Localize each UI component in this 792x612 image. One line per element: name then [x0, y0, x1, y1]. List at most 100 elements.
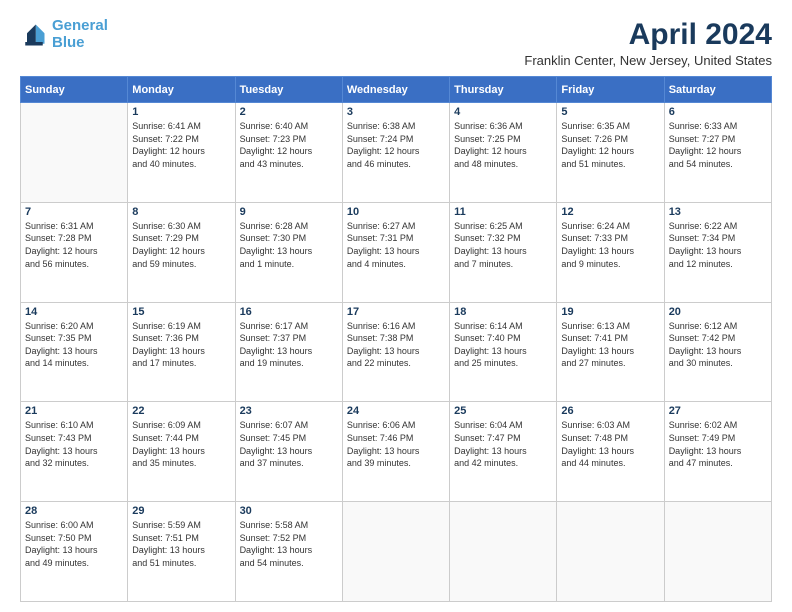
table-row: 12 Sunrise: 6:24 AM Sunset: 7:33 PM Dayli… — [557, 202, 664, 302]
day-number: 8 — [132, 206, 230, 218]
table-row: 13 Sunrise: 6:22 AM Sunset: 7:34 PM Dayli… — [664, 202, 771, 302]
day-info: Sunrise: 5:58 AM Sunset: 7:52 PM Dayligh… — [240, 519, 338, 569]
day-info: Sunrise: 6:41 AM Sunset: 7:22 PM Dayligh… — [132, 120, 230, 170]
table-row — [21, 103, 128, 203]
subtitle: Franklin Center, New Jersey, United Stat… — [524, 53, 772, 68]
day-number: 7 — [25, 206, 123, 218]
table-row: 30 Sunrise: 5:58 AM Sunset: 7:52 PM Dayli… — [235, 502, 342, 602]
table-row: 5 Sunrise: 6:35 AM Sunset: 7:26 PM Daylig… — [557, 103, 664, 203]
day-number: 6 — [669, 106, 767, 118]
table-row: 8 Sunrise: 6:30 AM Sunset: 7:29 PM Daylig… — [128, 202, 235, 302]
day-info: Sunrise: 6:19 AM Sunset: 7:36 PM Dayligh… — [132, 320, 230, 370]
day-info: Sunrise: 6:24 AM Sunset: 7:33 PM Dayligh… — [561, 220, 659, 270]
day-number: 10 — [347, 206, 445, 218]
day-info: Sunrise: 6:03 AM Sunset: 7:48 PM Dayligh… — [561, 419, 659, 469]
day-number: 21 — [25, 405, 123, 417]
table-row: 26 Sunrise: 6:03 AM Sunset: 7:48 PM Dayli… — [557, 402, 664, 502]
table-row: 10 Sunrise: 6:27 AM Sunset: 7:31 PM Dayli… — [342, 202, 449, 302]
day-info: Sunrise: 5:59 AM Sunset: 7:51 PM Dayligh… — [132, 519, 230, 569]
table-row: 20 Sunrise: 6:12 AM Sunset: 7:42 PM Dayli… — [664, 302, 771, 402]
day-number: 20 — [669, 306, 767, 318]
col-sunday: Sunday — [21, 77, 128, 103]
table-row: 28 Sunrise: 6:00 AM Sunset: 7:50 PM Dayli… — [21, 502, 128, 602]
logo-text: General Blue — [52, 18, 108, 51]
col-thursday: Thursday — [450, 77, 557, 103]
table-row: 1 Sunrise: 6:41 AM Sunset: 7:22 PM Daylig… — [128, 103, 235, 203]
day-number: 18 — [454, 306, 552, 318]
day-number: 25 — [454, 405, 552, 417]
col-tuesday: Tuesday — [235, 77, 342, 103]
calendar-header-row: Sunday Monday Tuesday Wednesday Thursday… — [21, 77, 772, 103]
day-info: Sunrise: 6:13 AM Sunset: 7:41 PM Dayligh… — [561, 320, 659, 370]
calendar-week-row: 7 Sunrise: 6:31 AM Sunset: 7:28 PM Daylig… — [21, 202, 772, 302]
day-number: 13 — [669, 206, 767, 218]
table-row — [450, 502, 557, 602]
logo-icon — [20, 21, 48, 49]
table-row: 23 Sunrise: 6:07 AM Sunset: 7:45 PM Dayli… — [235, 402, 342, 502]
day-info: Sunrise: 6:30 AM Sunset: 7:29 PM Dayligh… — [132, 220, 230, 270]
col-monday: Monday — [128, 77, 235, 103]
table-row: 21 Sunrise: 6:10 AM Sunset: 7:43 PM Dayli… — [21, 402, 128, 502]
calendar-week-row: 21 Sunrise: 6:10 AM Sunset: 7:43 PM Dayli… — [21, 402, 772, 502]
table-row: 11 Sunrise: 6:25 AM Sunset: 7:32 PM Dayli… — [450, 202, 557, 302]
day-number: 19 — [561, 306, 659, 318]
day-info: Sunrise: 6:02 AM Sunset: 7:49 PM Dayligh… — [669, 419, 767, 469]
day-number: 23 — [240, 405, 338, 417]
table-row: 17Sunrise: 6:16 AM Sunset: 7:38 PM Dayli… — [342, 302, 449, 402]
logo: General Blue — [20, 18, 108, 51]
calendar-week-row: 14 Sunrise: 6:20 AM Sunset: 7:35 PM Dayli… — [21, 302, 772, 402]
day-number: 26 — [561, 405, 659, 417]
day-number: 4 — [454, 106, 552, 118]
table-row: 16 Sunrise: 6:17 AM Sunset: 7:37 PM Dayli… — [235, 302, 342, 402]
day-info: Sunrise: 6:36 AM Sunset: 7:25 PM Dayligh… — [454, 120, 552, 170]
day-number: 9 — [240, 206, 338, 218]
day-number: 11 — [454, 206, 552, 218]
day-number: 5 — [561, 106, 659, 118]
day-info: Sunrise: 6:10 AM Sunset: 7:43 PM Dayligh… — [25, 419, 123, 469]
day-number: 16 — [240, 306, 338, 318]
table-row: 25 Sunrise: 6:04 AM Sunset: 7:47 PM Dayli… — [450, 402, 557, 502]
day-info: Sunrise: 6:17 AM Sunset: 7:37 PM Dayligh… — [240, 320, 338, 370]
day-info: Sunrise: 6:33 AM Sunset: 7:27 PM Dayligh… — [669, 120, 767, 170]
day-number: 22 — [132, 405, 230, 417]
day-info: Sunrise: 6:12 AM Sunset: 7:42 PM Dayligh… — [669, 320, 767, 370]
table-row: 7 Sunrise: 6:31 AM Sunset: 7:28 PM Daylig… — [21, 202, 128, 302]
day-info: Sunrise: 6:27 AM Sunset: 7:31 PM Dayligh… — [347, 220, 445, 270]
day-number: 15 — [132, 306, 230, 318]
col-saturday: Saturday — [664, 77, 771, 103]
day-number: 24 — [347, 405, 445, 417]
table-row: 6 Sunrise: 6:33 AM Sunset: 7:27 PM Daylig… — [664, 103, 771, 203]
table-row — [342, 502, 449, 602]
table-row: 14 Sunrise: 6:20 AM Sunset: 7:35 PM Dayli… — [21, 302, 128, 402]
day-info: Sunrise: 6:22 AM Sunset: 7:34 PM Dayligh… — [669, 220, 767, 270]
day-info: Sunrise: 6:35 AM Sunset: 7:26 PM Dayligh… — [561, 120, 659, 170]
table-row: 15 Sunrise: 6:19 AM Sunset: 7:36 PM Dayli… — [128, 302, 235, 402]
day-number: 1 — [132, 106, 230, 118]
day-info: Sunrise: 6:28 AM Sunset: 7:30 PM Dayligh… — [240, 220, 338, 270]
day-info: Sunrise: 6:31 AM Sunset: 7:28 PM Dayligh… — [25, 220, 123, 270]
day-number: 27 — [669, 405, 767, 417]
day-info: Sunrise: 6:25 AM Sunset: 7:32 PM Dayligh… — [454, 220, 552, 270]
day-number: 14 — [25, 306, 123, 318]
day-number: 28 — [25, 505, 123, 517]
calendar-week-row: 1 Sunrise: 6:41 AM Sunset: 7:22 PM Daylig… — [21, 103, 772, 203]
day-number: 29 — [132, 505, 230, 517]
table-row: 4 Sunrise: 6:36 AM Sunset: 7:25 PM Daylig… — [450, 103, 557, 203]
day-info: Sunrise: 6:00 AM Sunset: 7:50 PM Dayligh… — [25, 519, 123, 569]
day-number: 12 — [561, 206, 659, 218]
day-number: 2 — [240, 106, 338, 118]
table-row: 19 Sunrise: 6:13 AM Sunset: 7:41 PM Dayli… — [557, 302, 664, 402]
col-wednesday: Wednesday — [342, 77, 449, 103]
day-info: Sunrise: 6:06 AM Sunset: 7:46 PM Dayligh… — [347, 419, 445, 469]
col-friday: Friday — [557, 77, 664, 103]
day-number: 3 — [347, 106, 445, 118]
table-row — [664, 502, 771, 602]
table-row: 3Sunrise: 6:38 AM Sunset: 7:24 PM Daylig… — [342, 103, 449, 203]
day-info: Sunrise: 6:04 AM Sunset: 7:47 PM Dayligh… — [454, 419, 552, 469]
calendar-week-row: 28 Sunrise: 6:00 AM Sunset: 7:50 PM Dayli… — [21, 502, 772, 602]
day-info: Sunrise: 6:07 AM Sunset: 7:45 PM Dayligh… — [240, 419, 338, 469]
day-number: 30 — [240, 505, 338, 517]
title-area: April 2024 Franklin Center, New Jersey, … — [524, 18, 772, 68]
day-info: Sunrise: 6:20 AM Sunset: 7:35 PM Dayligh… — [25, 320, 123, 370]
table-row: 29 Sunrise: 5:59 AM Sunset: 7:51 PM Dayli… — [128, 502, 235, 602]
